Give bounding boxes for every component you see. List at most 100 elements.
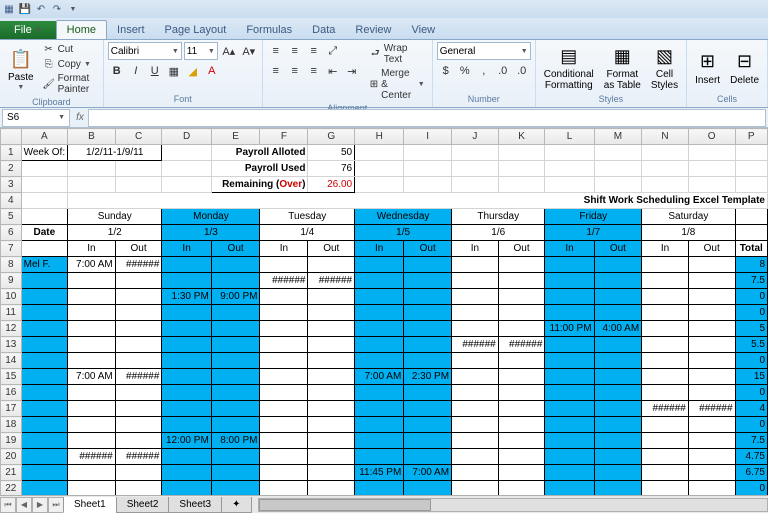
row-header-11[interactable]: 11 xyxy=(1,305,22,321)
col-header-H[interactable]: H xyxy=(355,129,404,145)
formula-input[interactable] xyxy=(88,109,766,127)
cell-A2[interactable] xyxy=(21,161,68,177)
cell-A15[interactable] xyxy=(21,369,68,385)
sheet-nav-last[interactable]: ⏭ xyxy=(48,497,64,513)
cell-N1[interactable] xyxy=(642,145,689,161)
decrease-indent-button[interactable]: ⇤ xyxy=(324,62,342,80)
cell-O10[interactable] xyxy=(688,289,735,305)
cell-J6[interactable]: 1/6 xyxy=(452,225,545,241)
cell-F13[interactable] xyxy=(260,337,308,353)
col-header-M[interactable]: M xyxy=(594,129,642,145)
cell-M20[interactable] xyxy=(594,449,642,465)
cell-G19[interactable] xyxy=(308,433,355,449)
cell-B10[interactable] xyxy=(68,289,116,305)
cell-M1[interactable] xyxy=(594,145,642,161)
row-header-19[interactable]: 19 xyxy=(1,433,22,449)
cell-D1[interactable] xyxy=(162,145,211,161)
col-header-E[interactable]: E xyxy=(211,129,260,145)
cell-H1[interactable] xyxy=(355,145,404,161)
cell-N2[interactable] xyxy=(642,161,689,177)
title-cell[interactable]: Shift Work Scheduling Excel Template xyxy=(68,193,768,209)
cell-B18[interactable] xyxy=(68,417,116,433)
row-header-4[interactable]: 4 xyxy=(1,193,22,209)
insert-cells-button[interactable]: ⊞Insert xyxy=(691,42,724,93)
cell-E7[interactable]: Out xyxy=(211,241,260,257)
cell-L10[interactable] xyxy=(545,289,594,305)
cell-I8[interactable] xyxy=(404,257,452,273)
name-box[interactable]: S6▼ xyxy=(2,109,70,127)
cell-M3[interactable] xyxy=(594,177,642,193)
cell-J5[interactable]: Thursday xyxy=(452,209,545,225)
cell-B9[interactable] xyxy=(68,273,116,289)
cell-A20[interactable] xyxy=(21,449,68,465)
cell-P18[interactable]: 0 xyxy=(735,417,767,433)
cell-P19[interactable]: 7.5 xyxy=(735,433,767,449)
cell-K15[interactable] xyxy=(498,369,545,385)
cell-H18[interactable] xyxy=(355,417,404,433)
row-header-7[interactable]: 7 xyxy=(1,241,22,257)
cell-E10[interactable]: 9:00 PM xyxy=(211,289,260,305)
cell-P8[interactable]: 8 xyxy=(735,257,767,273)
cell-K3[interactable] xyxy=(498,177,545,193)
cell-H10[interactable] xyxy=(355,289,404,305)
tab-home[interactable]: Home xyxy=(56,20,107,39)
fill-color-button[interactable]: ◢ xyxy=(184,62,202,80)
font-color-button[interactable]: A xyxy=(203,62,221,80)
cell-C16[interactable] xyxy=(115,385,162,401)
cell-E12[interactable] xyxy=(211,321,260,337)
select-all-corner[interactable] xyxy=(1,129,22,145)
cell-A3[interactable] xyxy=(21,177,68,193)
cell-E2[interactable]: Payroll Used xyxy=(211,161,308,177)
file-tab[interactable]: File▼ xyxy=(0,21,56,39)
col-header-G[interactable]: G xyxy=(308,129,355,145)
col-header-K[interactable]: K xyxy=(498,129,545,145)
cell-A6[interactable]: Date xyxy=(21,225,68,241)
increase-decimal-button[interactable]: .0 xyxy=(494,62,512,80)
cell-L21[interactable] xyxy=(545,465,594,481)
cell-O8[interactable] xyxy=(688,257,735,273)
sheet-tab-1[interactable]: Sheet1 xyxy=(63,497,117,513)
cell-N18[interactable] xyxy=(642,417,689,433)
cell-I21[interactable]: 7:00 AM xyxy=(404,465,452,481)
underline-button[interactable]: U xyxy=(146,62,164,80)
cell-I16[interactable] xyxy=(404,385,452,401)
cell-L11[interactable] xyxy=(545,305,594,321)
cell-K21[interactable] xyxy=(498,465,545,481)
row-header-2[interactable]: 2 xyxy=(1,161,22,177)
cell-B17[interactable] xyxy=(68,401,116,417)
cell-D19[interactable]: 12:00 PM xyxy=(162,433,211,449)
cell-H21[interactable]: 11:45 PM xyxy=(355,465,404,481)
row-header-22[interactable]: 22 xyxy=(1,481,22,496)
cell-J19[interactable] xyxy=(452,433,499,449)
cell-O3[interactable] xyxy=(688,177,735,193)
cell-P10[interactable]: 0 xyxy=(735,289,767,305)
cell-L7[interactable]: In xyxy=(545,241,594,257)
cell-A14[interactable] xyxy=(21,353,68,369)
cell-G11[interactable] xyxy=(308,305,355,321)
cell-G22[interactable] xyxy=(308,481,355,496)
comma-button[interactable]: , xyxy=(475,62,493,80)
cell-J8[interactable] xyxy=(452,257,499,273)
cell-N11[interactable] xyxy=(642,305,689,321)
cell-B7[interactable]: In xyxy=(68,241,116,257)
cell-A5[interactable] xyxy=(21,209,68,225)
cell-B19[interactable] xyxy=(68,433,116,449)
tab-insert[interactable]: Insert xyxy=(107,21,155,39)
cell-K10[interactable] xyxy=(498,289,545,305)
cell-D11[interactable] xyxy=(162,305,211,321)
cell-H17[interactable] xyxy=(355,401,404,417)
cell-L9[interactable] xyxy=(545,273,594,289)
cell-O13[interactable] xyxy=(688,337,735,353)
cell-E1[interactable]: Payroll Alloted xyxy=(211,145,308,161)
cell-N10[interactable] xyxy=(642,289,689,305)
cell-E15[interactable] xyxy=(211,369,260,385)
col-header-F[interactable]: F xyxy=(260,129,308,145)
cell-M7[interactable]: Out xyxy=(594,241,642,257)
cell-F9[interactable]: ###### xyxy=(260,273,308,289)
cell-N6[interactable]: 1/8 xyxy=(642,225,735,241)
cell-J7[interactable]: In xyxy=(452,241,499,257)
cell-N16[interactable] xyxy=(642,385,689,401)
bold-button[interactable]: B xyxy=(108,62,126,80)
cell-styles-button[interactable]: ▧Cell Styles xyxy=(647,42,682,93)
cell-I15[interactable]: 2:30 PM xyxy=(404,369,452,385)
